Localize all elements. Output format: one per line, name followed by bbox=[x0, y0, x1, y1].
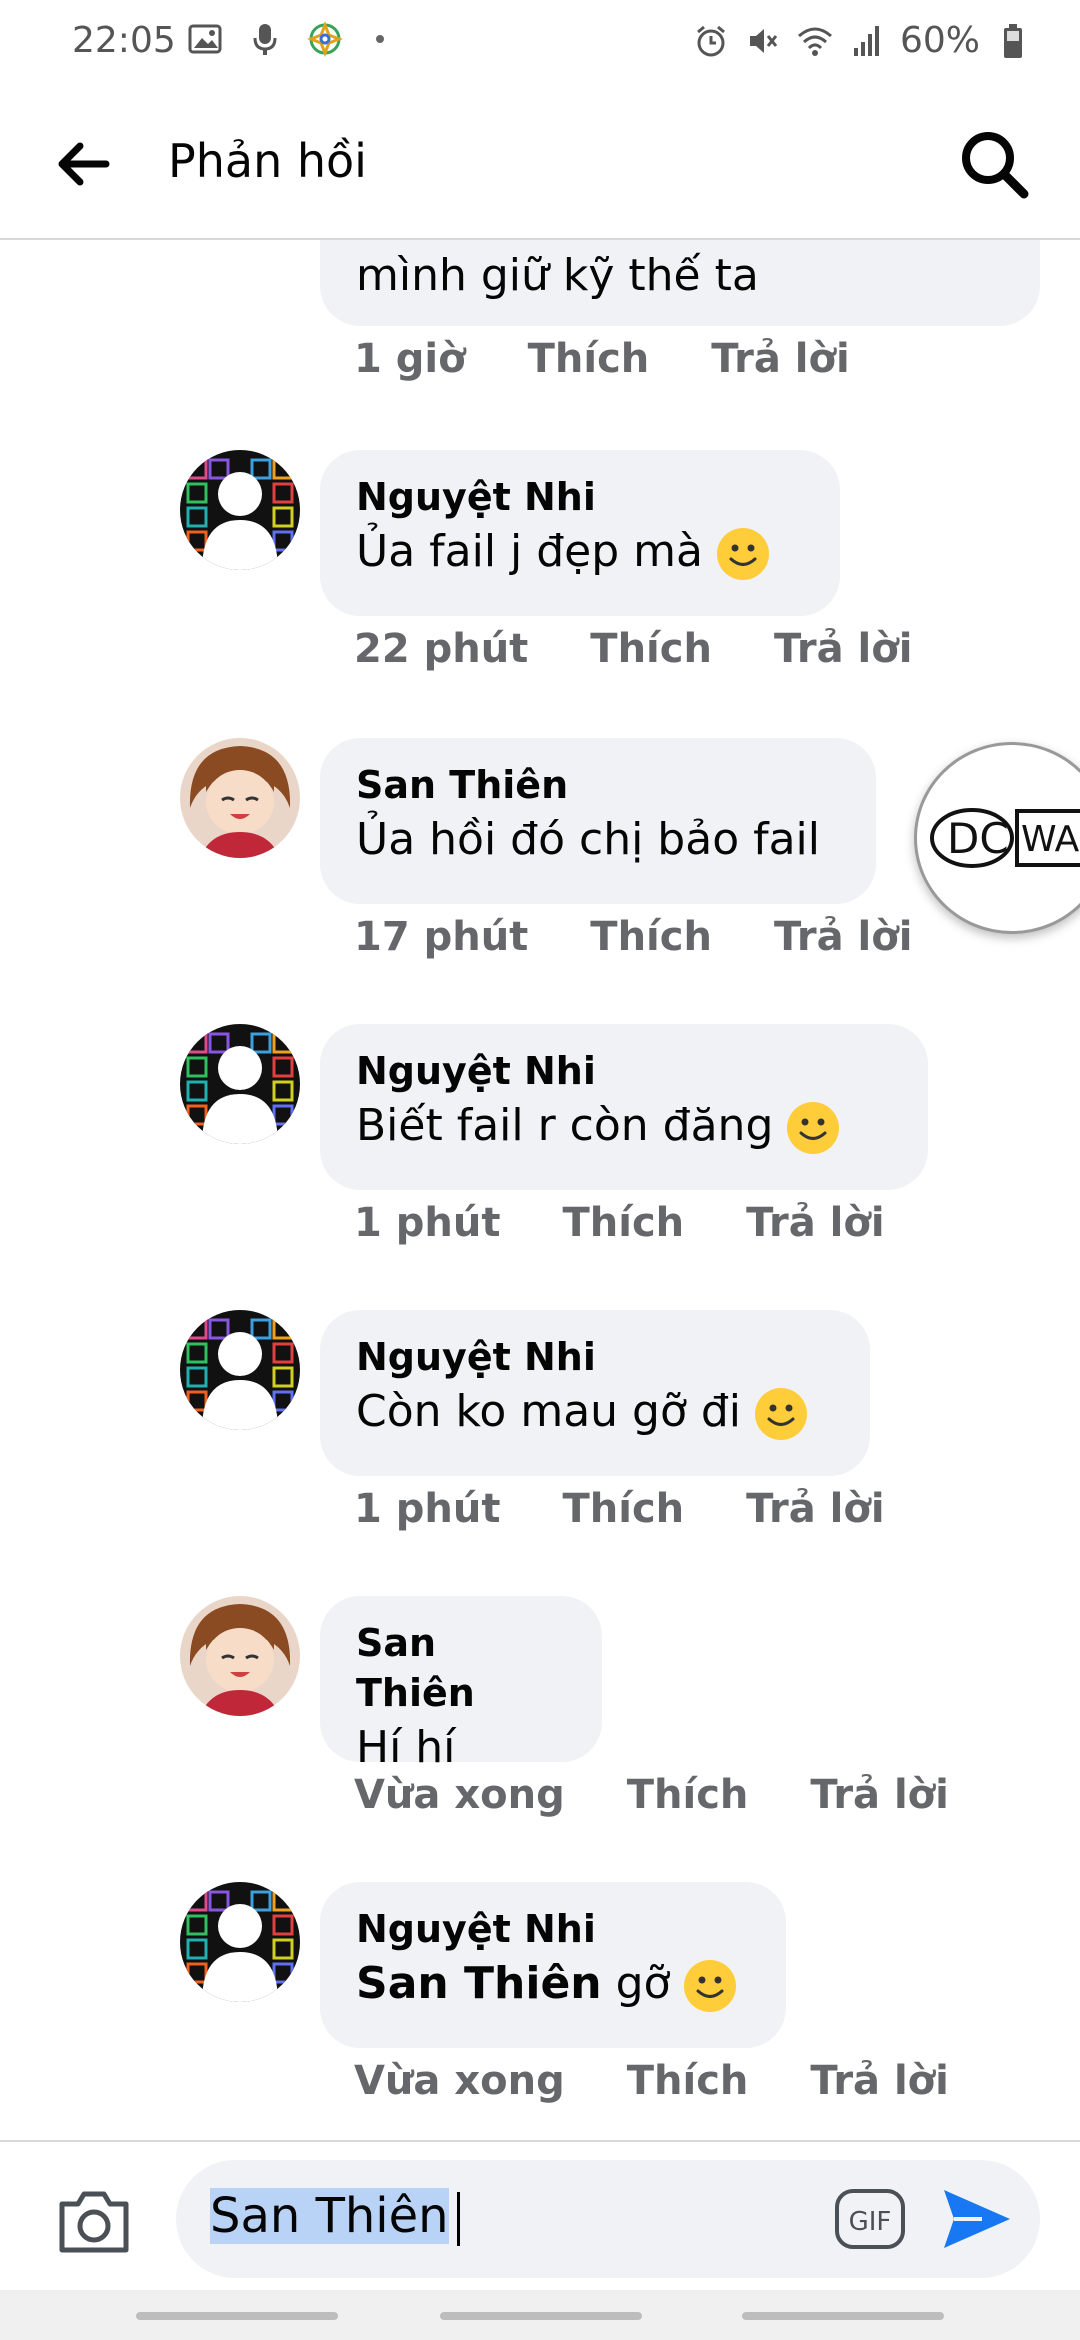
comment-bubble[interactable]: mình giữ kỹ thế ta bbox=[320, 240, 1040, 326]
like-button[interactable]: Thích bbox=[562, 1486, 684, 1532]
comment-time: Vừa xong bbox=[354, 1772, 565, 1818]
app-icon bbox=[306, 20, 344, 58]
arrow-left-icon bbox=[58, 142, 110, 186]
reply-button[interactable]: Trả lời bbox=[746, 1200, 884, 1246]
send-button[interactable] bbox=[940, 2186, 1014, 2252]
smile-emoji-icon bbox=[755, 1388, 808, 1440]
comment-author[interactable]: Nguyệt Nhi bbox=[356, 472, 804, 522]
comment-bubble[interactable]: Nguyệt Nhi Biết fail r còn đăng bbox=[320, 1024, 928, 1190]
comment-author[interactable]: Nguyệt Nhi bbox=[356, 1904, 750, 1954]
comment-actions: 17 phút Thích Trả lời bbox=[354, 914, 912, 960]
like-button[interactable]: Thích bbox=[562, 1200, 684, 1246]
comment-author[interactable]: San Thiên bbox=[356, 760, 840, 810]
comment-text: gỡ bbox=[615, 1958, 671, 2009]
input-value: San Thiên bbox=[210, 2188, 449, 2244]
comment-text: mình giữ kỹ thế ta bbox=[356, 250, 759, 301]
signal-icon bbox=[848, 22, 886, 60]
comment-actions: 1 phút Thích Trả lời bbox=[354, 1200, 885, 1246]
comment-actions: 1 phút Thích Trả lời bbox=[354, 1486, 885, 1532]
comment-list: mình giữ kỹ thế ta 1 giờ Thích Trả lời N… bbox=[0, 240, 1080, 2140]
mute-icon bbox=[744, 22, 782, 60]
avatar[interactable] bbox=[180, 1596, 300, 1716]
avatar[interactable] bbox=[180, 1882, 300, 2002]
comment-text: Ủa hồi đó chị bảo fail bbox=[356, 814, 820, 865]
smile-emoji-icon bbox=[684, 1960, 737, 2012]
comment-input[interactable]: San Thiên GIF bbox=[176, 2160, 1040, 2278]
like-button[interactable]: Thích bbox=[528, 336, 650, 382]
comment-author[interactable]: Nguyệt Nhi bbox=[356, 1332, 834, 1382]
page-title: Phản hồi bbox=[168, 134, 367, 188]
search-icon bbox=[962, 132, 1029, 199]
like-button[interactable]: Thích bbox=[627, 1772, 749, 1818]
comment-mention[interactable]: San Thiên bbox=[356, 1958, 602, 2009]
status-time: 22:05 bbox=[72, 20, 176, 61]
comment-time: 22 phút bbox=[354, 626, 529, 672]
reply-button[interactable]: Trả lời bbox=[774, 626, 912, 672]
wifi-icon bbox=[796, 22, 834, 60]
like-button[interactable]: Thích bbox=[590, 914, 712, 960]
alarm-icon bbox=[692, 22, 730, 60]
comment-actions: Vừa xong Thích Trả lời bbox=[354, 2058, 949, 2104]
comment-time: 17 phút bbox=[354, 914, 529, 960]
notification-dot bbox=[376, 35, 384, 43]
like-button[interactable]: Thích bbox=[627, 2058, 749, 2104]
comment-bubble[interactable]: San Thiên Hí hí bbox=[320, 1596, 602, 1773]
reply-button[interactable]: Trả lời bbox=[746, 1486, 884, 1532]
svg-text:WAC: WAC bbox=[1021, 819, 1080, 860]
avatar[interactable] bbox=[180, 738, 300, 858]
comment-bubble[interactable]: Nguyệt Nhi Ủa fail j đẹp mà bbox=[320, 450, 840, 616]
gif-label: GIF bbox=[849, 2207, 892, 2237]
comment-text: Còn ko mau gỡ đi bbox=[356, 1386, 742, 1437]
nav-back-button[interactable] bbox=[742, 2312, 944, 2320]
dc-wac-logo-icon: DC WAC bbox=[930, 808, 1080, 868]
comment-text: Ủa fail j đẹp mà bbox=[356, 526, 703, 577]
comment-bubble[interactable]: San Thiên Ủa hồi đó chị bảo fail bbox=[320, 738, 876, 904]
reply-button[interactable]: Trả lời bbox=[711, 336, 849, 382]
comment-time: 1 phút bbox=[354, 1200, 501, 1246]
avatar[interactable] bbox=[180, 1310, 300, 1430]
nav-home-button[interactable] bbox=[440, 2312, 642, 2320]
comment-bubble[interactable]: Nguyệt Nhi San Thiên gỡ bbox=[320, 1882, 786, 2048]
like-button[interactable]: Thích bbox=[590, 626, 712, 672]
comment-time: Vừa xong bbox=[354, 2058, 565, 2104]
system-nav-bar bbox=[0, 2290, 1080, 2340]
search-button[interactable] bbox=[956, 126, 1032, 202]
avatar[interactable] bbox=[180, 1024, 300, 1144]
svg-text:DC: DC bbox=[947, 814, 1009, 863]
comment-text: Biết fail r còn đăng bbox=[356, 1100, 774, 1151]
comment-author[interactable]: Nguyệt Nhi bbox=[356, 1046, 892, 1096]
comment-time: 1 phút bbox=[354, 1486, 501, 1532]
send-icon bbox=[944, 2190, 1010, 2248]
back-button[interactable] bbox=[52, 132, 116, 196]
smile-emoji-icon bbox=[717, 528, 769, 580]
mic-icon bbox=[246, 20, 284, 58]
reply-button[interactable]: Trả lời bbox=[810, 2058, 948, 2104]
top-app-bar: Phản hồi bbox=[0, 90, 1080, 240]
comment-bubble[interactable]: Nguyệt Nhi Còn ko mau gỡ đi bbox=[320, 1310, 870, 1476]
reply-button[interactable]: Trả lời bbox=[810, 1772, 948, 1818]
battery-percent: 60% bbox=[899, 20, 980, 61]
battery-icon bbox=[994, 22, 1032, 60]
comment-actions: Vừa xong Thích Trả lời bbox=[354, 1772, 949, 1818]
camera-icon bbox=[59, 2191, 129, 2253]
comment-text: Hí hí bbox=[356, 1722, 456, 1773]
camera-button[interactable] bbox=[56, 2186, 132, 2256]
smile-emoji-icon bbox=[787, 1102, 840, 1154]
status-bar: 22:05 60% bbox=[0, 0, 1080, 90]
avatar[interactable] bbox=[180, 450, 300, 570]
reply-button[interactable]: Trả lời bbox=[774, 914, 912, 960]
comment-actions: 1 giờ Thích Trả lời bbox=[354, 336, 850, 382]
nav-recents-button[interactable] bbox=[136, 2312, 338, 2320]
comment-actions: 22 phút Thích Trả lời bbox=[354, 626, 912, 672]
comment-composer: San Thiên GIF bbox=[0, 2140, 1080, 2292]
comment-time: 1 giờ bbox=[354, 336, 466, 382]
gif-button[interactable]: GIF bbox=[834, 2188, 906, 2250]
image-icon bbox=[186, 20, 224, 58]
comment-author[interactable]: San Thiên bbox=[356, 1618, 566, 1718]
text-caret bbox=[456, 2192, 460, 2246]
